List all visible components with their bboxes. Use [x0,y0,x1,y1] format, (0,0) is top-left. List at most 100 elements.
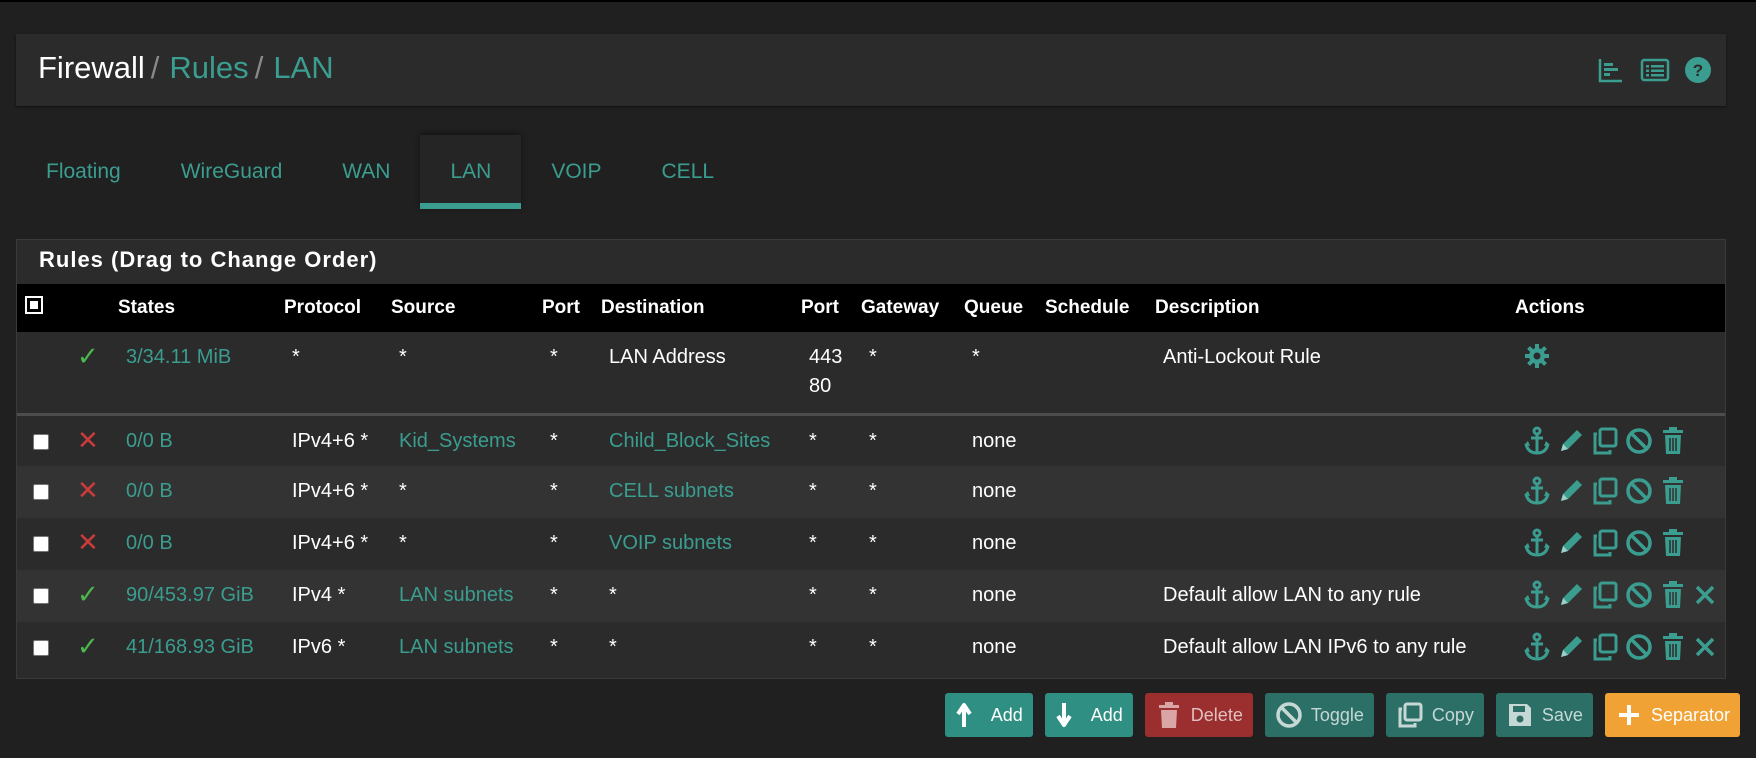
remove-x-icon[interactable] [1693,580,1721,610]
col-source-port: Port [542,297,580,318]
states-link[interactable]: 3/34.11 MiB [112,332,278,414]
destination-alias-link[interactable]: VOIP subnets [595,518,795,570]
copy-icon[interactable] [1591,580,1619,610]
table-row[interactable]: ✕ 0/0 B IPv4+6 * * * CELL subnets * * no… [17,466,1725,518]
disable-icon[interactable] [1625,426,1653,456]
help-icon[interactable]: ? [1684,56,1712,84]
row-checkbox[interactable] [33,484,49,500]
gateway-cell: * [869,584,877,606]
source-port-cell: * [550,584,558,606]
anchor-icon[interactable] [1523,426,1551,456]
table-row[interactable]: ✕ 0/0 B IPv4+6 * Kid_Systems * Child_Blo… [17,414,1725,466]
source-port-cell: * [550,636,558,658]
col-source: Source [391,297,456,318]
toggle-button[interactable]: Toggle [1264,693,1374,737]
tab-lan[interactable]: LAN [420,135,522,209]
description-cell: Anti-Lockout Rule [1163,346,1321,368]
anchor-icon[interactable] [1523,476,1551,506]
breadcrumb-lan-link[interactable]: LAN [273,50,333,85]
edit-pencil-icon[interactable] [1557,580,1585,610]
gateway-cell: * [869,346,877,368]
trash-icon[interactable] [1659,580,1687,610]
protocol-cell: IPv4+6 * [292,429,369,452]
table-row[interactable]: ✓ 41/168.93 GiB IPv6 * LAN subnets * * *… [17,622,1725,674]
tab-wireguard[interactable]: WireGuard [151,135,313,209]
schedule-cell [1039,466,1149,518]
states-link[interactable]: 0/0 B [112,414,278,466]
tab-wan[interactable]: WAN [312,135,420,209]
chart-icon[interactable] [1596,56,1624,84]
disable-icon[interactable] [1625,632,1653,662]
col-dest-port: Port [801,297,839,318]
edit-pencil-icon[interactable] [1557,632,1585,662]
breadcrumb: Firewall / Rules / LAN [38,50,334,86]
bulk-action-bar: Add Add Delete Toggle Copy Save Separato… [944,693,1740,737]
schedule-cell [1039,622,1149,674]
disable-icon[interactable] [1625,580,1653,610]
edit-pencil-icon[interactable] [1557,476,1585,506]
edit-pencil-icon[interactable] [1557,528,1585,558]
copy-icon[interactable] [1591,476,1619,506]
trash-icon[interactable] [1659,426,1687,456]
states-link[interactable]: 0/0 B [112,466,278,518]
copy-icon[interactable] [1591,426,1619,456]
copy-button[interactable]: Copy [1385,693,1484,737]
dest-port-cell: * [809,532,817,554]
anchor-icon[interactable] [1523,632,1551,662]
tab-voip[interactable]: VOIP [521,135,631,209]
tab-floating[interactable]: Floating [16,135,151,209]
source-alias-link[interactable]: Kid_Systems [385,414,536,466]
pass-icon: ✓ [77,579,99,609]
states-link[interactable]: 0/0 B [112,518,278,570]
gear-icon[interactable] [1523,342,1551,372]
destination-cell: * [609,636,617,658]
destination-alias-link[interactable]: CELL subnets [595,466,795,518]
arrow-down-turn-icon [1056,703,1072,727]
protocol-cell: IPv6 * [292,636,346,658]
row-checkbox[interactable] [33,588,49,604]
add-rule-bottom-button[interactable]: Add [1044,693,1133,737]
edit-pencil-icon[interactable] [1557,426,1585,456]
delete-button[interactable]: Delete [1144,693,1253,737]
row-checkbox[interactable] [33,433,49,450]
row-checkbox[interactable] [33,536,49,552]
copy-label: Copy [1431,704,1474,725]
separator-label: Separator [1650,704,1730,725]
disable-icon[interactable] [1625,528,1653,558]
queue-cell: none [972,532,1017,554]
col-gateway: Gateway [861,297,940,318]
trash-icon[interactable] [1659,528,1687,558]
copy-icon[interactable] [1591,528,1619,558]
trash-icon[interactable] [1659,476,1687,506]
states-link[interactable]: 41/168.93 GiB [112,622,278,674]
table-row[interactable]: ✓ 3/34.11 MiB * * * LAN Address 443 80 * … [17,332,1725,414]
page-header: Firewall / Rules / LAN ? [16,34,1726,106]
table-row[interactable]: ✓ 90/453.97 GiB IPv4 * LAN subnets * * *… [17,570,1725,622]
destination-cell: * [609,584,617,606]
pass-icon: ✓ [77,341,99,371]
disable-icon[interactable] [1625,476,1653,506]
anchor-icon[interactable] [1523,528,1551,558]
remove-x-icon[interactable] [1693,632,1721,662]
source-alias-link[interactable]: LAN subnets [385,570,536,622]
dest-port-80: 80 [809,375,832,397]
add-rule-top-button[interactable]: Add [944,693,1033,737]
protocol-cell: * [292,346,300,368]
add-separator-button[interactable]: Separator [1604,693,1740,737]
table-row[interactable]: ✕ 0/0 B IPv4+6 * * * VOIP subnets * * no… [17,518,1725,570]
gateway-cell: * [869,532,877,554]
anchor-icon[interactable] [1523,580,1551,610]
source-port-cell: * [550,429,558,452]
trash-icon[interactable] [1659,632,1687,662]
row-checkbox[interactable] [33,640,49,656]
breadcrumb-rules-link[interactable]: Rules [169,50,248,85]
copy-icon[interactable] [1591,632,1619,662]
breadcrumb-separator: / [254,50,264,85]
save-button[interactable]: Save [1495,693,1593,737]
states-link[interactable]: 90/453.97 GiB [112,570,278,622]
source-alias-link[interactable]: LAN subnets [385,622,536,674]
list-icon[interactable] [1640,56,1670,84]
tab-cell[interactable]: CELL [632,135,745,209]
select-all-checkbox[interactable] [17,284,63,332]
destination-alias-link[interactable]: Child_Block_Sites [595,414,795,466]
